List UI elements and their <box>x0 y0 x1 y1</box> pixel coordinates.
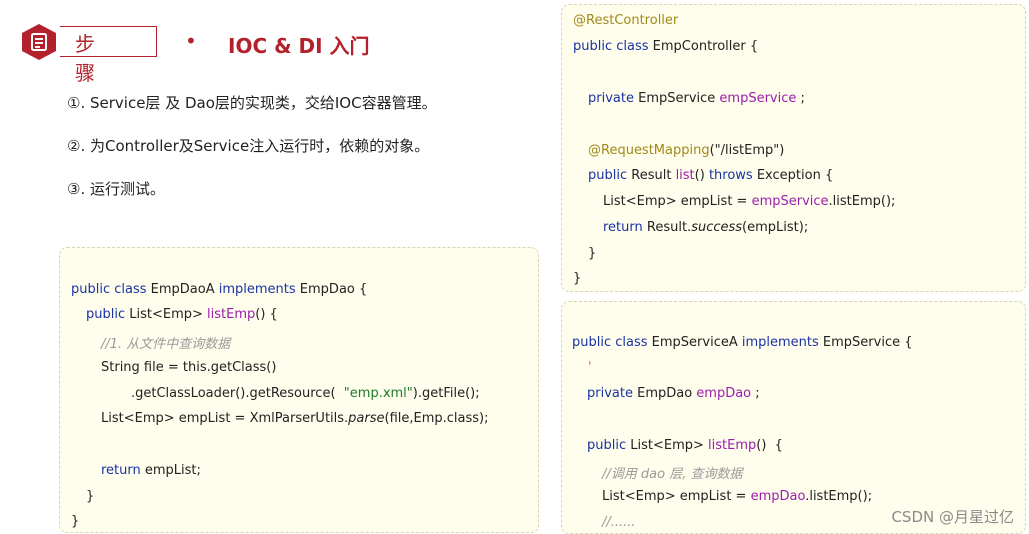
code-line: } <box>71 514 80 529</box>
step-item-3: ③. 运行测试。 <box>67 180 165 198</box>
code-line: String file = this.getClass() <box>101 360 277 375</box>
code-line: @RequestMapping("/listEmp") <box>588 143 785 158</box>
code-line: private EmpDao empDao ; <box>587 386 760 401</box>
code-block-emp-service: public class EmpServiceA implements EmpS… <box>561 301 1026 534</box>
document-icon <box>31 33 47 51</box>
code-line: private EmpService empService ; <box>588 91 805 106</box>
code-line: public List<Emp> listEmp() { <box>587 438 783 453</box>
code-line: public class EmpController { <box>573 39 759 54</box>
code-line: public class EmpDaoA implements EmpDao { <box>71 282 368 297</box>
code-line: List<Emp> empList = XmlParserUtils.parse… <box>101 411 489 426</box>
code-line: return Result.success(empList); <box>603 220 809 235</box>
step-badge <box>22 24 56 60</box>
code-line: public Result list() throws Exception { <box>588 168 834 183</box>
step-item-1: ①. Service层 及 Dao层的实现类，交给IOC容器管理。 <box>67 94 437 112</box>
code-block-emp-dao: public class EmpDaoA implements EmpDao {… <box>59 247 539 533</box>
code-line: List<Emp> empList = empDao.listEmp(); <box>602 489 873 504</box>
code-line: } <box>573 271 582 286</box>
code-comment: //调用 dao 层, 查询数据 <box>602 467 743 482</box>
step-label: 步骤 <box>75 32 97 85</box>
section-title: IOC & DI 入门 <box>228 34 370 58</box>
watermark-text: CSDN @月星过亿 <box>891 508 1014 526</box>
bullet-dot: • <box>185 29 197 53</box>
code-annotation: @RestController <box>573 13 679 28</box>
step-item-2: ②. 为Controller及Service注入运行时，依赖的对象。 <box>67 137 430 155</box>
code-line: public List<Emp> listEmp() { <box>86 307 278 322</box>
code-comment: //...... <box>602 515 636 530</box>
code-block-emp-controller: @RestController public class EmpControll… <box>561 4 1026 292</box>
code-line: List<Emp> empList = empService.listEmp()… <box>603 194 896 209</box>
code-comment: //1. 从文件中查询数据 <box>101 337 231 352</box>
code-line: .getClassLoader().getResource( "emp.xml"… <box>131 386 480 401</box>
code-line: return empList; <box>101 463 201 478</box>
code-line: } <box>86 489 95 504</box>
code-line: public class EmpServiceA implements EmpS… <box>572 335 913 350</box>
text-caret: ' <box>588 360 592 375</box>
code-line: } <box>588 246 597 261</box>
